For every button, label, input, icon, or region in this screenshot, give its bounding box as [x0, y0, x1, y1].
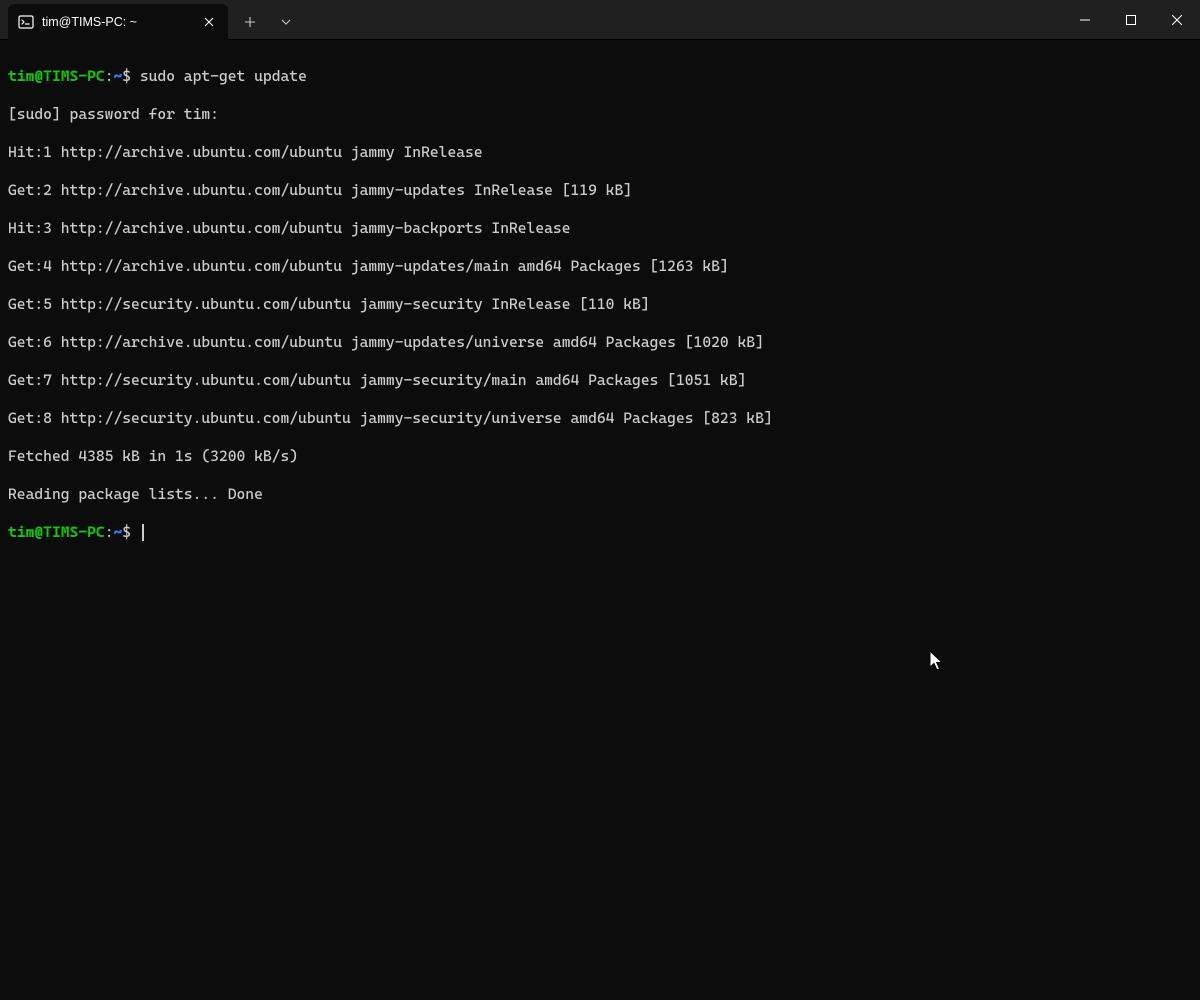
prompt-dollar: $ [122, 67, 140, 85]
tab-actions [228, 4, 304, 39]
tab-strip: tim@TIMS-PC: ~ [0, 0, 1062, 39]
prompt-path: ~ [113, 523, 122, 541]
output-line: Hit:1 http://archive.ubuntu.com/ubuntu j… [8, 143, 1192, 162]
prompt-line: tim@TIMS-PC:~$ [8, 523, 1192, 542]
prompt-path: ~ [113, 67, 122, 85]
maximize-button[interactable] [1108, 0, 1154, 40]
output-line: Hit:3 http://archive.ubuntu.com/ubuntu j… [8, 219, 1192, 238]
output-line: Fetched 4385 kB in 1s (3200 kB/s) [8, 447, 1192, 466]
minimize-button[interactable] [1062, 0, 1108, 40]
tab-dropdown-button[interactable] [268, 6, 304, 38]
output-line: [sudo] password for tim: [8, 105, 1192, 124]
output-line: Get:8 http://security.ubuntu.com/ubuntu … [8, 409, 1192, 428]
terminal-tab[interactable]: tim@TIMS-PC: ~ [8, 4, 228, 40]
prompt-dollar: $ [122, 523, 140, 541]
terminal-viewport[interactable]: tim@TIMS-PC:~$ sudo apt-get update [sudo… [0, 40, 1200, 569]
tab-title: tim@TIMS-PC: ~ [42, 15, 192, 29]
tab-close-button[interactable] [200, 13, 218, 31]
command-text: sudo apt-get update [140, 67, 307, 85]
text-cursor [142, 524, 144, 541]
prompt-user: tim@TIMS-PC [8, 523, 105, 541]
output-line: Reading package lists... Done [8, 485, 1192, 504]
output-line: Get:2 http://archive.ubuntu.com/ubuntu j… [8, 181, 1192, 200]
prompt-line: tim@TIMS-PC:~$ sudo apt-get update [8, 67, 1192, 86]
window-controls [1062, 0, 1200, 39]
output-line: Get:4 http://archive.ubuntu.com/ubuntu j… [8, 257, 1192, 276]
mouse-cursor-icon [930, 651, 946, 673]
output-line: Get:5 http://security.ubuntu.com/ubuntu … [8, 295, 1192, 314]
terminal-icon [18, 14, 34, 30]
new-tab-button[interactable] [232, 6, 268, 38]
titlebar: tim@TIMS-PC: ~ [0, 0, 1200, 40]
prompt-user: tim@TIMS-PC [8, 67, 105, 85]
output-line: Get:7 http://security.ubuntu.com/ubuntu … [8, 371, 1192, 390]
output-line: Get:6 http://archive.ubuntu.com/ubuntu j… [8, 333, 1192, 352]
close-window-button[interactable] [1154, 0, 1200, 40]
